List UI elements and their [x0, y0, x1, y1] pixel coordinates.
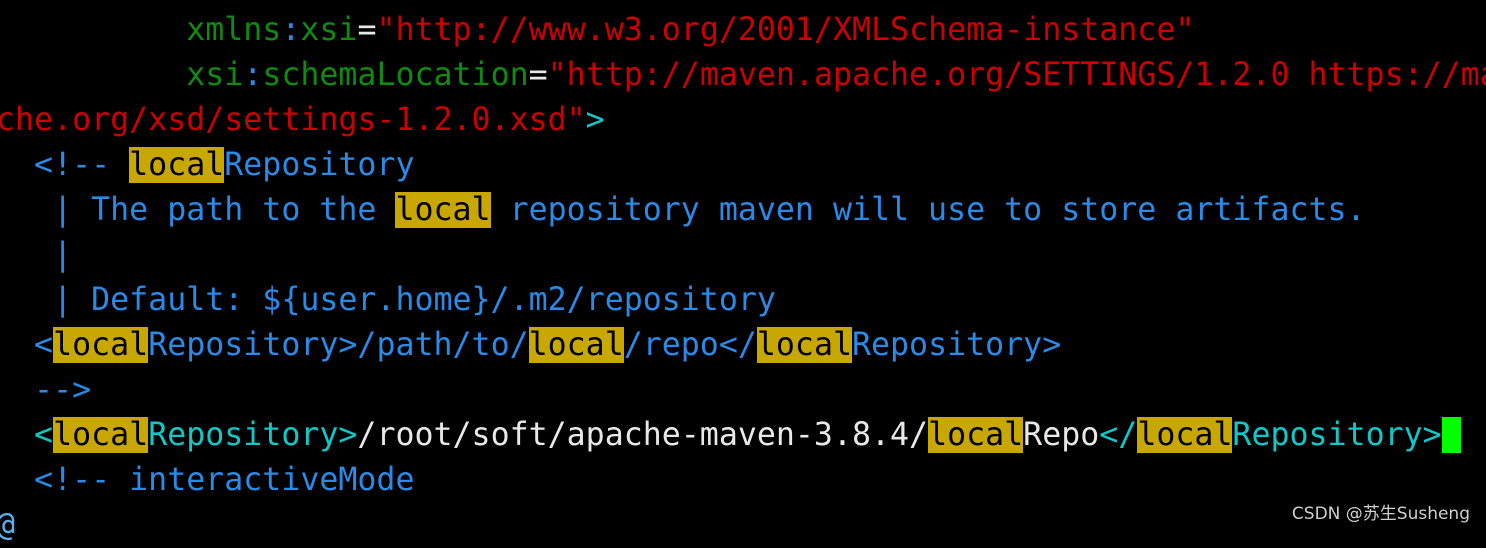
- code-token: <!--: [34, 147, 130, 183]
- code-line[interactable]: |: [0, 233, 1486, 278]
- code-line[interactable]: <localRepository>/root/soft/apache-maven…: [0, 413, 1486, 458]
- code-token: /root/soft/apache-maven-3.8.4/: [357, 417, 929, 453]
- code-line[interactable]: @: [0, 503, 1486, 548]
- search-match: local: [129, 147, 225, 183]
- search-match: local: [928, 417, 1024, 453]
- code-token: "http://maven.apache.org/SETTINGS/1.2.0 …: [547, 57, 1486, 93]
- code-token: <!-- interactiveMode: [34, 462, 415, 498]
- code-token: =: [357, 12, 377, 48]
- code-token: Repository>/path/to/: [148, 327, 529, 363]
- code-token: >: [585, 102, 605, 138]
- search-match: local: [53, 327, 149, 363]
- code-token: @: [0, 507, 15, 543]
- search-match: local: [756, 327, 852, 363]
- search-match: local: [53, 417, 149, 453]
- search-match: local: [395, 192, 491, 228]
- code-token: Repository>: [1232, 417, 1442, 453]
- code-token: | The path to the: [53, 192, 396, 228]
- code-token: =: [528, 57, 548, 93]
- text-cursor: [1441, 417, 1461, 453]
- code-line[interactable]: -->: [0, 368, 1486, 413]
- code-token: che.org/xsd/settings-1.2.0.xsd": [0, 102, 586, 138]
- code-token: | Default: ${user.home}/.m2/repository: [53, 282, 776, 318]
- code-token: Repository: [224, 147, 415, 183]
- code-token: :: [243, 57, 263, 93]
- search-match: local: [1137, 417, 1233, 453]
- code-token: <: [34, 327, 54, 363]
- vim-editor-buffer[interactable]: > xmlns:xsi="http://www.w3.org/2001/XMLS…: [0, 0, 1486, 548]
- code-line[interactable]: xmlns:xsi="http://www.w3.org/2001/XMLSch…: [0, 8, 1486, 53]
- code-token: </: [1099, 417, 1138, 453]
- watermark: CSDN @苏生Susheng: [1291, 504, 1470, 524]
- code-token: Repo: [1023, 417, 1100, 453]
- code-line[interactable]: <!-- interactiveMode: [0, 458, 1486, 503]
- code-token: /repo</: [623, 327, 757, 363]
- code-token: "http://www.w3.org/2001/XMLSchema-instan…: [376, 12, 1195, 48]
- code-token: xsi: [186, 57, 244, 93]
- code-token: xmlns: [186, 12, 282, 48]
- code-line[interactable]: <localRepository>/path/to/local/repo</lo…: [0, 323, 1486, 368]
- code-line[interactable]: | Default: ${user.home}/.m2/repository: [0, 278, 1486, 323]
- code-token: schemaLocation: [262, 57, 529, 93]
- code-token: Repository>: [851, 327, 1062, 363]
- code-token: repository maven will use to store artif…: [490, 192, 1366, 228]
- code-token: >: [72, 0, 91, 3]
- code-line[interactable]: <!-- localRepository: [0, 143, 1486, 188]
- search-match: local: [528, 327, 624, 363]
- code-line[interactable]: xsi:schemaLocation="http://maven.apache.…: [0, 53, 1486, 98]
- code-token: Repository>: [148, 417, 358, 453]
- code-line[interactable]: >: [0, 0, 1486, 8]
- code-token: xsi: [300, 12, 358, 48]
- code-line[interactable]: che.org/xsd/settings-1.2.0.xsd">: [0, 98, 1486, 143]
- code-token: |: [53, 237, 73, 273]
- code-token: <: [34, 417, 54, 453]
- code-token: -->: [34, 372, 92, 408]
- code-line[interactable]: | The path to the local repository maven…: [0, 188, 1486, 233]
- code-token: :: [281, 12, 301, 48]
